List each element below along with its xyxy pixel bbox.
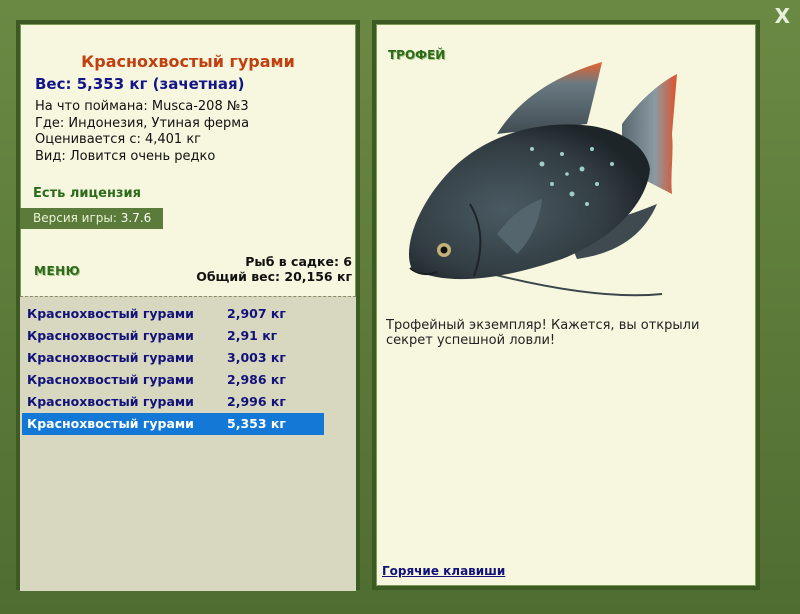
catch-list-row[interactable]: Краснохвостый гурами 2,907 кг [22, 303, 324, 325]
version-value: 3.7.6 [120, 211, 152, 225]
fish-details: На что поймана: Musca-208 №3 Где: Индоне… [35, 99, 249, 165]
version-badge: Версия игры: 3.7.6 [20, 208, 163, 229]
catch-fish-name: Краснохвостый гурами [27, 350, 194, 365]
catch-fish-weight: 5,353 кг [227, 416, 286, 431]
catch-list-row[interactable]: Краснохвостый гурами 2,996 кг [22, 391, 324, 413]
close-icon[interactable]: X [775, 4, 790, 28]
keep-net-stats: Рыб в садке: 6 Общий вес: 20,156 кг [196, 254, 352, 284]
catch-fish-weight: 3,003 кг [227, 350, 286, 365]
version-label: Версия игры: [33, 211, 117, 225]
fish-weight: Вес: 5,353 кг (зачетная) [35, 75, 245, 93]
catch-fish-name: Краснохвостый гурами [27, 306, 194, 321]
catch-list: Краснохвостый гурами 2,907 кг Краснохвосты… [20, 296, 356, 591]
total-weight: Общий вес: 20,156 кг [196, 269, 352, 284]
fish-info-panel: Краснохвостый гурами Вес: 5,353 кг (заче… [16, 20, 360, 591]
catch-fish-name: Краснохвостый гурами [27, 328, 194, 343]
catch-fish-weight: 2,996 кг [227, 394, 286, 409]
fish-image [408, 62, 677, 297]
bait-line: На что поймана: Musca-208 №3 [35, 99, 249, 114]
license-status: Есть лицензия [33, 186, 141, 201]
catch-fish-name: Краснохвостый гурами [27, 372, 194, 387]
fish-count: Рыб в садке: 6 [245, 254, 352, 269]
catch-fish-weight: 2,907 кг [227, 306, 286, 321]
catch-list-row[interactable]: Краснохвостый гурами 2,91 кг [22, 325, 324, 347]
trophy-panel: ТРОФЕЙ Трофейный экземпляр! Кажется, вы … [372, 20, 760, 590]
catch-fish-name: Краснохвостый гурами [27, 394, 194, 409]
catch-list-row[interactable]: Краснохвостый гурами 5,353 кг [22, 413, 324, 435]
catch-fish-name: Краснохвостый гурами [27, 416, 194, 431]
trophy-description: Трофейный экземпляр! Кажется, вы открыли… [386, 318, 700, 348]
catch-fish-weight: 2,91 кг [227, 328, 278, 343]
catch-fish-weight: 2,986 кг [227, 372, 286, 387]
catch-list-row[interactable]: Краснохвостый гурами 2,986 кг [22, 369, 324, 391]
location-line: Где: Индонезия, Утиная ферма [35, 115, 250, 131]
hotkeys-link[interactable]: Горячие клавиши [382, 564, 505, 578]
valued-line: Оценивается с: 4,401 кг [35, 132, 202, 147]
menu-button[interactable]: МЕНЮ [34, 264, 80, 278]
rarity-line: Вид: Ловится очень редко [35, 148, 216, 164]
catch-list-row[interactable]: Краснохвостый гурами 3,003 кг [22, 347, 324, 369]
fish-name: Краснохвостый гурами [81, 52, 295, 71]
